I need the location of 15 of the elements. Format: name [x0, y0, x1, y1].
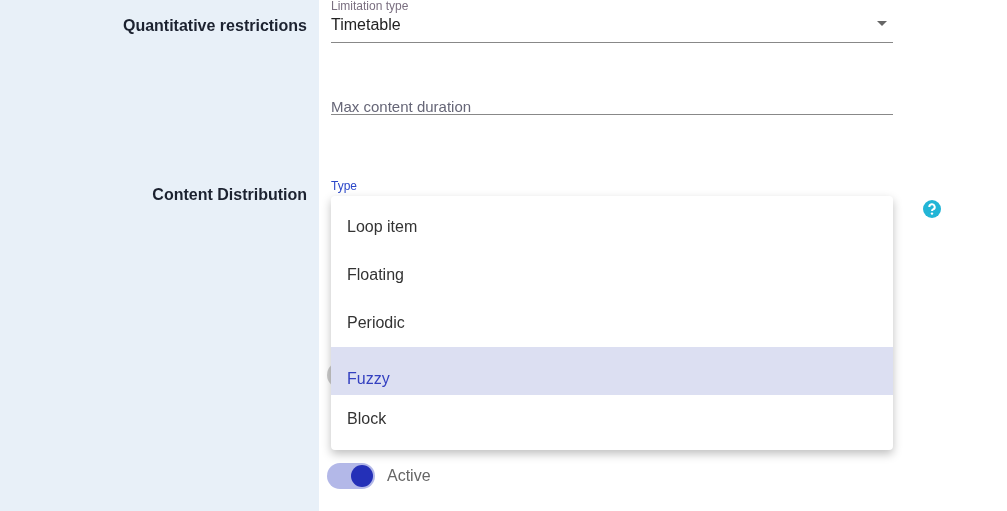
toggle-label: Active — [387, 467, 431, 485]
menu-item[interactable]: Fuzzy — [331, 347, 893, 395]
menu-item[interactable]: Floating — [331, 251, 893, 299]
field-label: Type — [331, 180, 357, 192]
field-label: Limitation type — [331, 0, 409, 13]
menu-item[interactable]: Periodic — [331, 299, 893, 347]
input-field[interactable]: Max content duration — [331, 72, 893, 115]
select-field[interactable]: Limitation type Timetable — [331, 0, 893, 43]
toggle-switch[interactable] — [327, 463, 375, 489]
menu-item[interactable]: Block — [331, 395, 893, 443]
section-label: Content Distribution — [152, 186, 307, 204]
section-label: Quantitative restrictions — [122, 17, 307, 36]
caret-icon — [877, 21, 887, 26]
field-value: Timetable — [331, 16, 401, 33]
menu-item[interactable]: Loop item — [331, 203, 893, 251]
